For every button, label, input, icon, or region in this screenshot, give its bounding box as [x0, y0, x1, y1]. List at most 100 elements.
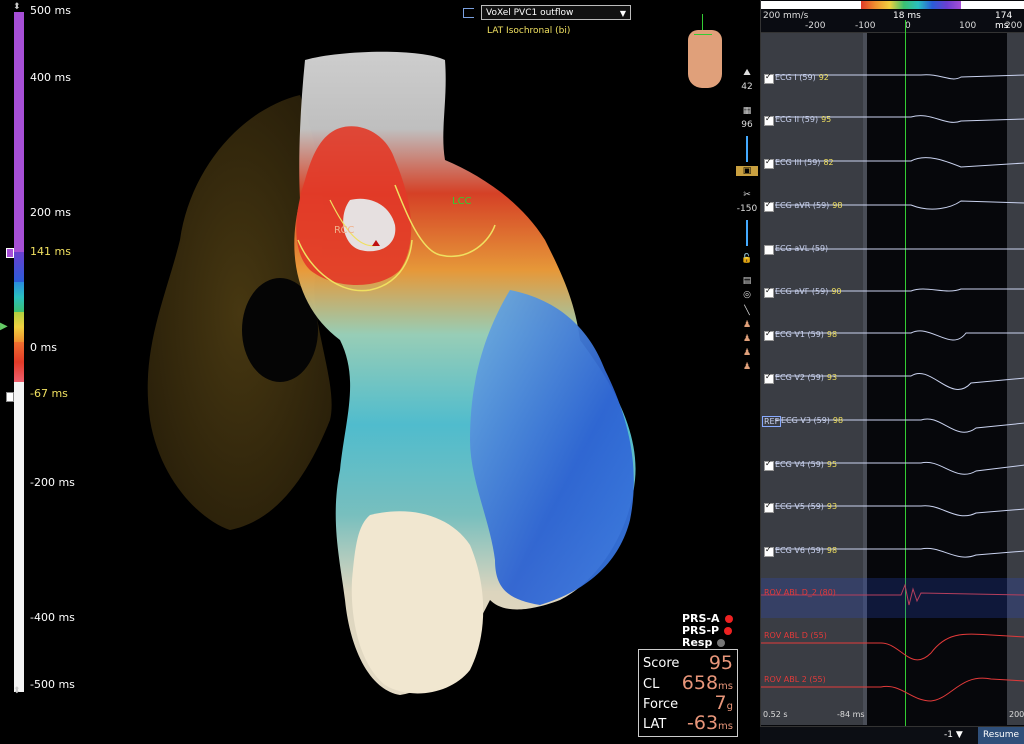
scale-tick-neg200: -200 ms — [30, 476, 75, 489]
channel-label[interactable]: ECG aVF (59) 90 — [775, 287, 842, 296]
resp-indicator: Resp — [682, 636, 726, 649]
channel-score: 92 — [818, 73, 829, 82]
sweep-speed[interactable]: 200 mm/s — [763, 11, 808, 21]
opacity-value: 42 — [741, 82, 753, 92]
channel-checkbox[interactable] — [764, 286, 774, 298]
channel-label[interactable]: ECG aVL (59) — [775, 244, 831, 253]
rcc-label: RCC — [334, 225, 355, 236]
channel-checkbox[interactable] — [764, 329, 774, 341]
prs-a-status-icon — [724, 615, 733, 623]
scale-tick-0: 0 ms — [30, 341, 57, 354]
slider-handle-2[interactable] — [736, 220, 758, 246]
score-value: 95 — [708, 652, 733, 674]
lat-color-scale[interactable] — [14, 12, 24, 692]
channel-score: 90 — [831, 287, 842, 296]
layers-icon[interactable]: ▦ — [736, 106, 758, 116]
torso-icon-1[interactable]: ♟ — [736, 320, 758, 330]
channel-name: ECG aVR (59) — [775, 201, 830, 210]
channel-score: 98 — [832, 416, 844, 425]
channel-label[interactable]: ECG V2 (59) 93 — [775, 373, 837, 382]
lat-value: -63ms — [687, 712, 733, 734]
lcc-label: LCC — [452, 196, 472, 207]
channel-label[interactable]: ECG V1 (59) 98 — [775, 330, 837, 339]
channel-checkbox[interactable] — [764, 114, 774, 126]
scale-cyan — [14, 282, 24, 312]
marker-left-time: 18 ms — [893, 11, 921, 21]
cl-label: CL — [643, 677, 660, 692]
scale-marker-bottom[interactable] — [6, 392, 14, 402]
time-ruler[interactable]: 200 mm/s -200 -100 0 100 200 18 ms 174 m… — [761, 10, 1024, 33]
orientation-body-icon[interactable] — [684, 14, 726, 90]
mountain-icon[interactable]: ⛰ — [736, 68, 758, 78]
channel-name: ECG aVL (59) — [775, 244, 829, 253]
channel-name: ECG V3 (59) — [781, 416, 830, 425]
channel-name: ECG V6 (59) — [775, 546, 824, 555]
channel-checkbox[interactable] — [764, 72, 774, 84]
channel-name: ECG V2 (59) — [775, 373, 824, 382]
channel-name: ECG V5 (59) — [775, 502, 824, 511]
time-window-end: 200 — [1009, 710, 1024, 719]
ruler-tick-0: -200 — [805, 21, 826, 31]
channel-label[interactable]: ECG I (59) 92 — [775, 73, 829, 82]
point-icon[interactable]: ◎ — [736, 290, 758, 300]
torso-icon-2[interactable]: ♟ — [736, 334, 758, 344]
map-toggle-icon[interactable] — [463, 8, 474, 18]
scale-tick-neg500: -500 ms — [30, 678, 75, 691]
channel-label[interactable]: ECG aVR (59) 98 — [775, 201, 842, 210]
flag-icon[interactable]: ▣ — [736, 166, 758, 176]
scale-tick-400: 400 ms — [30, 71, 71, 84]
torso-icon-4[interactable]: ♟ — [736, 362, 758, 372]
scale-white — [14, 382, 24, 692]
scale-arrow-green-icon[interactable]: ▶ — [0, 321, 8, 332]
channel-score: 93 — [826, 373, 838, 382]
map-selector-dropdown[interactable]: VoXel PVC1 outflow ▼ — [481, 5, 631, 20]
channel-label[interactable]: ECG V3 (59) 98 — [781, 416, 843, 425]
channel-label[interactable]: ECG V5 (59) 93 — [775, 502, 837, 511]
channel-checkbox[interactable] — [764, 245, 774, 255]
value-96: 96 — [741, 120, 753, 130]
ref-badge[interactable]: REF — [762, 416, 782, 427]
torso-icon-3[interactable]: ♟ — [736, 348, 758, 358]
abl-channel-label[interactable]: ROV ABL D_2 (80) — [764, 588, 836, 597]
camera-icon[interactable]: ▤ — [736, 276, 758, 286]
counter-dropdown[interactable]: -1 ▼ — [944, 730, 963, 740]
abl-channel-label[interactable]: ROV ABL D (55) — [764, 631, 827, 640]
channel-checkbox[interactable] — [764, 372, 774, 384]
catheter-stats-panel: Score 95 CL 658ms Force 7g LAT -63ms — [638, 649, 738, 737]
scale-tick-500: 500 ms — [30, 4, 71, 17]
scale-marker-top[interactable] — [6, 248, 14, 258]
scale-up-arrow-icon[interactable]: ⬍ — [13, 2, 21, 12]
scale-red — [14, 342, 24, 382]
lock-icon[interactable]: 🔓 — [736, 254, 758, 264]
channel-label[interactable]: ECG II (59) 95 — [775, 115, 831, 124]
map-viewport[interactable]: VoXel PVC1 outflow ▼ LAT Isochronal (bi)… — [0, 0, 760, 743]
channel-name: ECG V4 (59) — [775, 460, 824, 469]
resume-button[interactable]: Resume — [978, 727, 1024, 744]
channel-checkbox[interactable] — [764, 545, 774, 557]
channel-score: 82 — [823, 158, 834, 167]
scissors-icon[interactable]: ✂ — [736, 190, 758, 200]
channel-label[interactable]: ECG III (59) 82 — [775, 158, 834, 167]
force-label: Force — [643, 697, 679, 712]
channel-checkbox[interactable] — [764, 157, 774, 169]
catheter-icon[interactable]: ╲ — [736, 306, 758, 316]
slider-handle-1[interactable] — [736, 136, 758, 162]
channel-checkbox[interactable] — [764, 200, 774, 212]
ruler-tick-3: 100 — [959, 21, 977, 31]
scale-down-arrow-icon[interactable]: ⬍ — [13, 686, 21, 696]
channel-score: 98 — [826, 546, 838, 555]
scale-tick-200: 200 ms — [30, 206, 71, 219]
anatomy-map[interactable] — [0, 0, 760, 743]
egm-panel[interactable]: 200 mm/s -200 -100 0 100 200 18 ms 174 m… — [760, 0, 1024, 743]
timebar[interactable] — [761, 0, 1024, 10]
channel-label[interactable]: ECG V6 (59) 98 — [775, 546, 837, 555]
scale-tick-neg67: -67 ms — [30, 387, 68, 400]
channel-checkbox[interactable] — [764, 459, 774, 471]
resp-status-icon — [717, 639, 726, 647]
abl-channel-label[interactable]: ROV ABL 2 (55) — [764, 675, 826, 684]
channel-checkbox[interactable] — [764, 501, 774, 513]
channel-name: ECG II (59) — [775, 115, 819, 124]
channel-name: ECG aVF (59) — [775, 287, 829, 296]
channel-label[interactable]: ECG V4 (59) 95 — [775, 460, 837, 469]
map-subtitle: LAT Isochronal (bi) — [487, 26, 571, 36]
